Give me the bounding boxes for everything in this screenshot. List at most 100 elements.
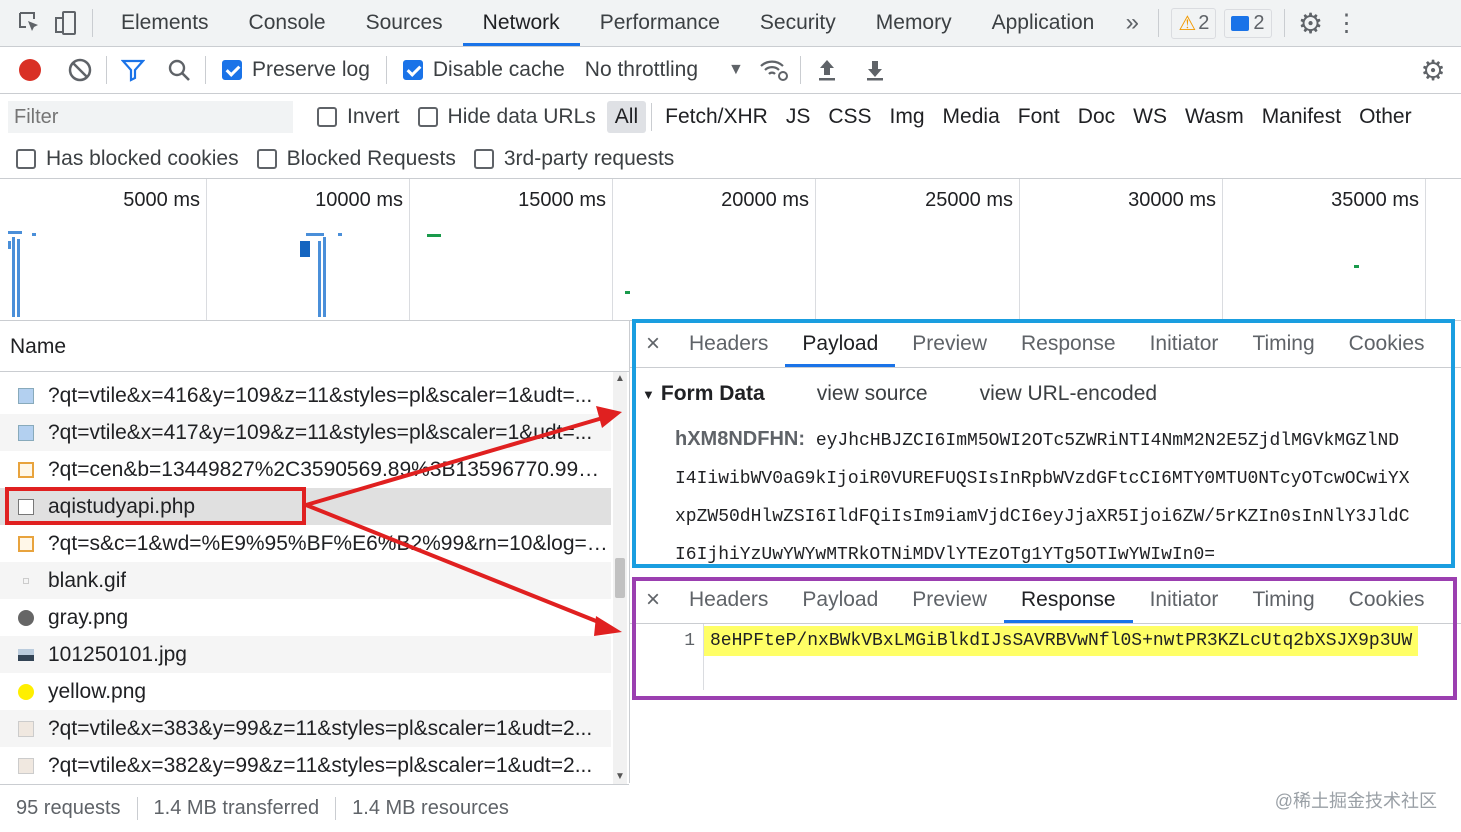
request-name: ?qt=vtile&x=416&y=109&z=11&styles=pl&sca… [48, 383, 593, 407]
request-row[interactable]: ?qt=vtile&x=417&y=109&z=11&styles=pl&sca… [0, 414, 611, 451]
separator [1283, 9, 1285, 37]
tab-console[interactable]: Console [229, 0, 346, 46]
filter-funnel-icon[interactable] [115, 52, 151, 88]
request-name: gray.png [48, 605, 129, 629]
filter-type-img[interactable]: Img [882, 101, 933, 133]
tab-sources[interactable]: Sources [346, 0, 463, 46]
filter-input[interactable] [8, 101, 293, 133]
filter-type-js[interactable]: JS [778, 101, 819, 133]
scrollbar-up-arrow-icon[interactable]: ▲ [613, 372, 627, 386]
network-toolbar: Preserve log Disable cache No throttling… [0, 47, 1461, 94]
third-party-requests-checkbox[interactable] [473, 149, 494, 169]
request-name: ?qt=s&c=1&wd=%E9%95%BF%E6%B2%99&rn=10&lo… [48, 531, 611, 555]
filter-type-fetch-xhr[interactable]: Fetch/XHR [657, 101, 776, 133]
request-row[interactable]: ?qt=vtile&x=382&y=99&z=11&styles=pl&scal… [0, 747, 611, 784]
image-icon [18, 609, 34, 626]
inspect-element-icon[interactable] [12, 5, 48, 41]
tab-application[interactable]: Application [972, 0, 1115, 46]
tab-elements[interactable]: Elements [101, 0, 229, 46]
filter-type-css[interactable]: CSS [820, 101, 879, 133]
separator [799, 56, 801, 84]
request-row[interactable]: blank.gif [0, 562, 611, 599]
separator [92, 9, 93, 37]
network-status-bar: 95 requests 1.4 MB transferred 1.4 MB re… [0, 784, 629, 832]
request-row[interactable]: gray.png [0, 599, 611, 636]
chevron-down-icon[interactable]: ▼ [728, 61, 744, 79]
separator [1158, 9, 1160, 37]
scrollbar[interactable]: ▲ ▼ [613, 372, 627, 784]
name-column-header[interactable]: Name [0, 321, 629, 372]
filter-type-wasm[interactable]: Wasm [1177, 101, 1252, 133]
record-icon[interactable] [12, 52, 48, 88]
clear-icon[interactable] [62, 52, 98, 88]
filter-type-media[interactable]: Media [935, 101, 1008, 133]
warnings-badge[interactable]: ⚠ 2 [1171, 7, 1217, 39]
export-har-icon[interactable] [857, 52, 893, 88]
request-name: 101250101.jpg [48, 642, 187, 666]
filter-type-other[interactable]: Other [1351, 101, 1420, 133]
more-tabs-icon[interactable]: » [1114, 5, 1150, 41]
search-icon[interactable] [161, 52, 197, 88]
request-row[interactable]: 101250101.jpg [0, 636, 611, 673]
filter-bar: Invert Hide data URLs All Fetch/XHR JS C… [0, 94, 1461, 140]
filter-type-font[interactable]: Font [1010, 101, 1068, 133]
warnings-count: 2 [1198, 11, 1210, 34]
network-conditions-icon[interactable] [756, 52, 792, 88]
image-icon [18, 648, 34, 661]
throttling-select[interactable]: No throttling [585, 58, 698, 82]
has-blocked-cookies-label: Has blocked cookies [46, 147, 239, 170]
scrollbar-thumb[interactable] [615, 558, 625, 598]
network-overview-timeline[interactable]: 5000 ms 10000 ms 15000 ms 20000 ms 25000… [0, 179, 1461, 321]
hide-data-urls-label: Hide data URLs [447, 105, 596, 128]
separator [106, 56, 107, 84]
preserve-log-checkbox[interactable] [222, 60, 242, 80]
scrollbar-down-arrow-icon[interactable]: ▼ [613, 770, 627, 784]
blocked-requests-label: Blocked Requests [286, 147, 456, 170]
filter-type-manifest[interactable]: Manifest [1254, 101, 1349, 133]
tab-performance[interactable]: Performance [580, 0, 740, 46]
request-name: blank.gif [48, 568, 127, 592]
request-list-panel: Name ?qt=vtile&x=416&y=109&z=11&styles=p… [0, 321, 630, 784]
tab-security[interactable]: Security [740, 0, 856, 46]
separator [651, 103, 653, 131]
import-har-icon[interactable] [809, 52, 845, 88]
resources-size: 1.4 MB resources [352, 797, 509, 819]
preserve-log-label: Preserve log [252, 58, 370, 81]
warning-icon: ⚠ [1178, 12, 1197, 35]
more-options-icon[interactable]: ⋮ [1329, 5, 1365, 41]
settings-gear-icon[interactable]: ⚙ [1293, 5, 1329, 41]
tab-memory[interactable]: Memory [856, 0, 972, 46]
has-blocked-cookies-checkbox[interactable] [16, 149, 36, 169]
filter-type-all[interactable]: All [606, 101, 647, 133]
messages-badge[interactable]: 2 [1224, 8, 1272, 38]
request-row[interactable]: ?qt=s&c=1&wd=%E9%95%BF%E6%B2%99&rn=10&lo… [0, 525, 611, 562]
blocked-requests-checkbox[interactable] [256, 149, 277, 169]
image-icon [18, 757, 34, 774]
invert-checkbox[interactable] [317, 107, 337, 127]
request-row[interactable]: ?qt=vtile&x=383&y=99&z=11&styles=pl&scal… [0, 710, 611, 747]
transferred-size: 1.4 MB transferred [138, 797, 337, 820]
hide-data-urls-checkbox[interactable] [417, 107, 438, 127]
request-row[interactable]: ?qt=cen&b=13449827%2C3590569.89%3B135967… [0, 451, 611, 488]
request-row[interactable]: ?qt=vtile&x=416&y=109&z=11&styles=pl&sca… [0, 377, 611, 414]
image-icon [18, 720, 34, 737]
annotation-box-red [5, 487, 306, 525]
devtools-tabbar: Elements Console Sources Network Perform… [0, 0, 1461, 47]
request-name: ?qt=cen&b=13449827%2C3590569.89%3B135967… [48, 457, 611, 481]
script-icon [18, 535, 34, 552]
disable-cache-label: Disable cache [432, 58, 565, 81]
invert-label: Invert [347, 105, 400, 128]
messages-count: 2 [1253, 11, 1265, 34]
filter-type-doc[interactable]: Doc [1070, 101, 1123, 133]
request-name: yellow.png [48, 679, 147, 703]
tab-network[interactable]: Network [462, 0, 580, 46]
filter-type-ws[interactable]: WS [1125, 101, 1175, 133]
separator [205, 56, 206, 84]
disable-cache-checkbox[interactable] [402, 60, 423, 80]
request-name: ?qt=vtile&x=417&y=109&z=11&styles=pl&sca… [48, 420, 593, 444]
resource-type-filters: All Fetch/XHR JS CSS Img Media Font Doc … [606, 101, 1421, 133]
device-toolbar-icon[interactable] [48, 5, 84, 41]
request-row[interactable]: yellow.png [0, 673, 611, 710]
network-settings-gear-icon[interactable]: ⚙ [1415, 52, 1451, 88]
third-party-requests-label: 3rd-party requests [503, 147, 675, 170]
